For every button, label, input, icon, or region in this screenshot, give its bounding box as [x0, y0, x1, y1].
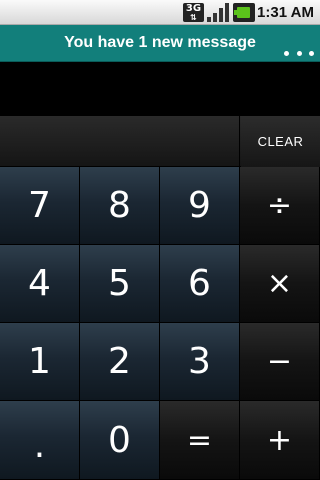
status-bar: 3G ⇅ 1:31 AM — [0, 0, 320, 25]
status-time: 1:31 AM — [257, 4, 314, 21]
digit-0-button[interactable]: 0 — [80, 401, 160, 480]
equals-button[interactable]: = — [160, 401, 240, 480]
digit-9-button[interactable]: 9 — [160, 167, 240, 245]
notification-text: You have 1 new message — [64, 34, 256, 51]
keypad: 7 8 9 ÷ 4 5 6 × 1 2 3 − . 0 = + — [0, 167, 320, 480]
digit-4-button[interactable]: 4 — [0, 245, 80, 323]
signal-strength-icon — [207, 3, 229, 22]
network-3g-icon: 3G ⇅ — [183, 3, 204, 22]
result-display — [0, 62, 320, 116]
expression-field[interactable] — [0, 116, 240, 167]
digit-3-button[interactable]: 3 — [160, 323, 240, 401]
input-row: CLEAR — [0, 116, 320, 167]
digit-7-button[interactable]: 7 — [0, 167, 80, 245]
battery-icon — [233, 3, 255, 22]
calculator-screen: 3G ⇅ 1:31 AM You have 1 new message CLEA… — [0, 0, 320, 480]
clear-button[interactable]: CLEAR — [241, 116, 320, 167]
digit-2-button[interactable]: 2 — [80, 323, 160, 401]
decimal-point-button[interactable]: . — [0, 401, 80, 480]
add-button[interactable]: + — [240, 401, 320, 480]
subtract-button[interactable]: − — [240, 323, 320, 401]
notification-bar[interactable]: You have 1 new message — [0, 25, 320, 62]
multiply-button[interactable]: × — [240, 245, 320, 323]
data-activity-icon: ⇅ — [190, 13, 197, 22]
digit-6-button[interactable]: 6 — [160, 245, 240, 323]
divide-button[interactable]: ÷ — [240, 167, 320, 245]
digit-1-button[interactable]: 1 — [0, 323, 80, 401]
digit-8-button[interactable]: 8 — [80, 167, 160, 245]
more-options-icon[interactable] — [284, 49, 314, 57]
digit-5-button[interactable]: 5 — [80, 245, 160, 323]
